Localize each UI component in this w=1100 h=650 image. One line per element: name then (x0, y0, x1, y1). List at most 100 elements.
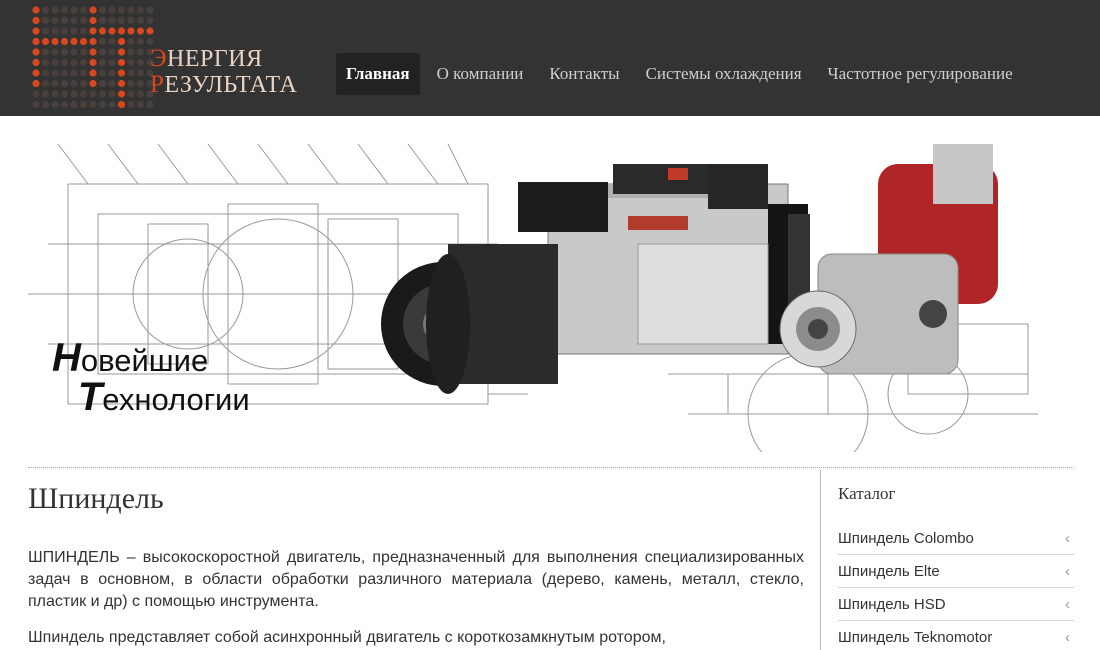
logo-dot (41, 100, 50, 109)
description-paragraph: Шпиндель представляет собой асинхронный … (28, 629, 666, 646)
logo-dot (108, 37, 116, 46)
catalog-item-hsd[interactable]: Шпиндель HSD ‹ (838, 588, 1074, 621)
logo-dot (79, 16, 88, 25)
logo-dot (41, 69, 50, 77)
logo-dot (127, 100, 135, 109)
site-header: ЭНЕРГИЯ РЕЗУЛЬТАТА Главная О компании Ко… (0, 0, 1100, 116)
nav-item-cooling[interactable]: Системы охлаждения (633, 53, 815, 95)
chevron-left-icon: ‹ (1065, 529, 1070, 547)
logo-dot (32, 58, 40, 67)
logo-dot (70, 90, 78, 98)
logo-dot (79, 37, 88, 46)
logo-dot (41, 16, 50, 25)
catalog-item-colombo[interactable]: Шпиндель Colombo ‹ (838, 522, 1074, 555)
logo-dot (51, 69, 59, 77)
catalog-sidebar: Каталог Шпиндель Colombo ‹ Шпиндель Elte… (838, 478, 1074, 650)
catalog-item-label: Шпиндель HSD (838, 595, 946, 613)
logo-dot (98, 58, 107, 67)
logo-dot (117, 58, 126, 67)
logo-dot (136, 58, 145, 67)
logo-mark-icon (32, 6, 154, 109)
logo-dot (51, 16, 59, 25)
logo-dot (146, 27, 154, 35)
logo-dot (127, 69, 135, 77)
chevron-left-icon: ‹ (1065, 628, 1070, 646)
logo-dot (41, 90, 50, 98)
nav-item-home[interactable]: Главная (336, 53, 420, 95)
logo-dot (127, 27, 135, 35)
logo-dot (117, 6, 126, 14)
logo-dot (51, 79, 59, 88)
logo-dot (127, 90, 135, 98)
logo-dot (60, 6, 69, 14)
hero-banner: Новейшие Технологии (28, 124, 1074, 452)
logo-dot (79, 100, 88, 109)
logo-dot (136, 69, 145, 77)
logo-dot (136, 100, 145, 109)
logo-dot (32, 100, 40, 109)
main-content: Шпиндель ШПИНДЕЛЬ – высокоскоростной дви… (28, 478, 804, 649)
logo-dot (108, 58, 116, 67)
chevron-left-icon: ‹ (1065, 562, 1070, 580)
logo-dot (136, 48, 145, 56)
logo-dot (98, 90, 107, 98)
logo-dot (79, 48, 88, 56)
logo-dot (51, 6, 59, 14)
logo-dot (146, 100, 154, 109)
page-title: Шпиндель (28, 482, 164, 515)
logo-dot (70, 69, 78, 77)
logo-dot (32, 16, 40, 25)
site-logo[interactable]: ЭНЕРГИЯ РЕЗУЛЬТАТА (28, 2, 318, 112)
logo-dot (146, 6, 154, 14)
logo-dot (89, 90, 97, 98)
logo-dot (51, 48, 59, 56)
logo-dot (70, 6, 78, 14)
logo-dot (79, 79, 88, 88)
logo-dot (60, 16, 69, 25)
logo-dot (79, 27, 88, 35)
logo-dot (98, 100, 107, 109)
logo-dot (70, 100, 78, 109)
catalog-list: Шпиндель Colombo ‹ Шпиндель Elte ‹ Шпинд… (838, 522, 1074, 650)
logo-dot (32, 79, 40, 88)
logo-dot (51, 27, 59, 35)
catalog-item-label: Шпиндель Colombo (838, 529, 974, 547)
catalog-item-teknomotor[interactable]: Шпиндель Teknomotor ‹ (838, 621, 1074, 650)
logo-dot (41, 6, 50, 14)
logo-dot (51, 100, 59, 109)
catalog-title: Каталог (838, 484, 896, 503)
logo-dot (70, 37, 78, 46)
logo-dot (98, 37, 107, 46)
logo-dot (108, 48, 116, 56)
logo-dot (127, 79, 135, 88)
logo-dot (89, 6, 97, 14)
logo-dot (89, 48, 97, 56)
logo-dot (117, 37, 126, 46)
nav-item-frequency[interactable]: Частотное регулирование (815, 53, 1026, 95)
logo-text: ЭНЕРГИЯ РЕЗУЛЬТАТА (150, 45, 298, 99)
catalog-item-elte[interactable]: Шпиндель Elte ‹ (838, 555, 1074, 588)
chevron-left-icon: ‹ (1065, 595, 1070, 613)
logo-dot (108, 79, 116, 88)
logo-dot (127, 48, 135, 56)
nav-item-about[interactable]: О компании (424, 53, 537, 95)
logo-dot (136, 6, 145, 14)
logo-dot (89, 16, 97, 25)
logo-dot (117, 100, 126, 109)
logo-dot (32, 90, 40, 98)
logo-dot (117, 48, 126, 56)
nav-item-contacts[interactable]: Контакты (536, 53, 632, 95)
logo-dot (89, 100, 97, 109)
logo-dot (98, 69, 107, 77)
logo-dot (60, 100, 69, 109)
logo-dot (32, 48, 40, 56)
logo-dot (89, 79, 97, 88)
logo-dot (136, 27, 145, 35)
logo-dot (89, 69, 97, 77)
angle-head-image (779, 144, 998, 375)
logo-dot (117, 16, 126, 25)
logo-dot (51, 90, 59, 98)
catalog-item-label: Шпиндель Teknomotor (838, 628, 993, 646)
sidebar-divider (820, 470, 821, 650)
logo-dot (127, 58, 135, 67)
